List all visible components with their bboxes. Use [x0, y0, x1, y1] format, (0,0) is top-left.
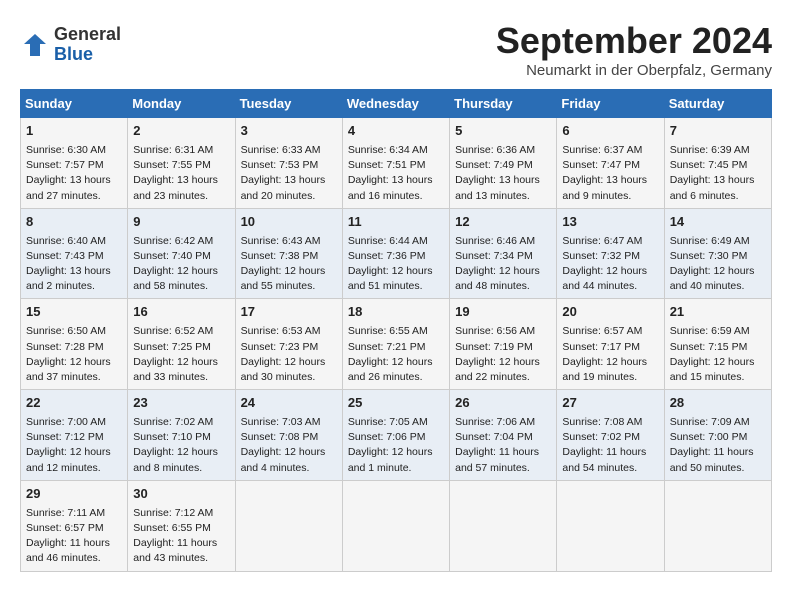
- week-row-3: 15Sunrise: 6:50 AMSunset: 7:28 PMDayligh…: [21, 299, 772, 390]
- table-row: 5Sunrise: 6:36 AMSunset: 7:49 PMDaylight…: [450, 118, 557, 209]
- table-row: 26Sunrise: 7:06 AMSunset: 7:04 PMDayligh…: [450, 390, 557, 481]
- table-row: 16Sunrise: 6:52 AMSunset: 7:25 PMDayligh…: [128, 299, 235, 390]
- table-row: 18Sunrise: 6:55 AMSunset: 7:21 PMDayligh…: [342, 299, 449, 390]
- table-row: [664, 480, 771, 571]
- table-row: 3Sunrise: 6:33 AMSunset: 7:53 PMDaylight…: [235, 118, 342, 209]
- col-monday: Monday: [128, 90, 235, 118]
- table-row: 7Sunrise: 6:39 AMSunset: 7:45 PMDaylight…: [664, 118, 771, 209]
- col-tuesday: Tuesday: [235, 90, 342, 118]
- table-row: 1Sunrise: 6:30 AMSunset: 7:57 PMDaylight…: [21, 118, 128, 209]
- table-row: 19Sunrise: 6:56 AMSunset: 7:19 PMDayligh…: [450, 299, 557, 390]
- col-wednesday: Wednesday: [342, 90, 449, 118]
- logo-icon: [20, 30, 50, 60]
- table-row: 17Sunrise: 6:53 AMSunset: 7:23 PMDayligh…: [235, 299, 342, 390]
- table-row: [342, 480, 449, 571]
- week-row-4: 22Sunrise: 7:00 AMSunset: 7:12 PMDayligh…: [21, 390, 772, 481]
- table-row: 22Sunrise: 7:00 AMSunset: 7:12 PMDayligh…: [21, 390, 128, 481]
- table-row: 14Sunrise: 6:49 AMSunset: 7:30 PMDayligh…: [664, 208, 771, 299]
- table-row: 8Sunrise: 6:40 AMSunset: 7:43 PMDaylight…: [21, 208, 128, 299]
- table-row: 21Sunrise: 6:59 AMSunset: 7:15 PMDayligh…: [664, 299, 771, 390]
- table-row: 28Sunrise: 7:09 AMSunset: 7:00 PMDayligh…: [664, 390, 771, 481]
- week-row-1: 1Sunrise: 6:30 AMSunset: 7:57 PMDaylight…: [21, 118, 772, 209]
- table-row: 6Sunrise: 6:37 AMSunset: 7:47 PMDaylight…: [557, 118, 664, 209]
- table-row: 29Sunrise: 7:11 AMSunset: 6:57 PMDayligh…: [21, 480, 128, 571]
- table-row: 27Sunrise: 7:08 AMSunset: 7:02 PMDayligh…: [557, 390, 664, 481]
- table-row: [235, 480, 342, 571]
- week-row-2: 8Sunrise: 6:40 AMSunset: 7:43 PMDaylight…: [21, 208, 772, 299]
- table-row: 11Sunrise: 6:44 AMSunset: 7:36 PMDayligh…: [342, 208, 449, 299]
- table-row: 15Sunrise: 6:50 AMSunset: 7:28 PMDayligh…: [21, 299, 128, 390]
- logo-blue: Blue: [54, 45, 121, 65]
- table-row: 23Sunrise: 7:02 AMSunset: 7:10 PMDayligh…: [128, 390, 235, 481]
- location: Neumarkt in der Oberpfalz, Germany: [496, 62, 772, 79]
- table-row: 4Sunrise: 6:34 AMSunset: 7:51 PMDaylight…: [342, 118, 449, 209]
- table-row: 24Sunrise: 7:03 AMSunset: 7:08 PMDayligh…: [235, 390, 342, 481]
- col-thursday: Thursday: [450, 90, 557, 118]
- table-row: 9Sunrise: 6:42 AMSunset: 7:40 PMDaylight…: [128, 208, 235, 299]
- table-row: 10Sunrise: 6:43 AMSunset: 7:38 PMDayligh…: [235, 208, 342, 299]
- title-block: September 2024 Neumarkt in der Oberpfalz…: [496, 20, 772, 79]
- calendar-table: Sunday Monday Tuesday Wednesday Thursday…: [20, 89, 772, 572]
- logo-text: General Blue: [54, 25, 121, 65]
- table-row: 2Sunrise: 6:31 AMSunset: 7:55 PMDaylight…: [128, 118, 235, 209]
- col-saturday: Saturday: [664, 90, 771, 118]
- header-row: Sunday Monday Tuesday Wednesday Thursday…: [21, 90, 772, 118]
- table-row: [557, 480, 664, 571]
- page-header: General Blue September 2024 Neumarkt in …: [20, 20, 772, 79]
- col-friday: Friday: [557, 90, 664, 118]
- table-row: [450, 480, 557, 571]
- month-title: September 2024: [496, 20, 772, 62]
- table-row: 25Sunrise: 7:05 AMSunset: 7:06 PMDayligh…: [342, 390, 449, 481]
- table-row: 30Sunrise: 7:12 AMSunset: 6:55 PMDayligh…: [128, 480, 235, 571]
- logo: General Blue: [20, 25, 121, 65]
- logo-general: General: [54, 25, 121, 45]
- table-row: 12Sunrise: 6:46 AMSunset: 7:34 PMDayligh…: [450, 208, 557, 299]
- table-row: 13Sunrise: 6:47 AMSunset: 7:32 PMDayligh…: [557, 208, 664, 299]
- col-sunday: Sunday: [21, 90, 128, 118]
- week-row-5: 29Sunrise: 7:11 AMSunset: 6:57 PMDayligh…: [21, 480, 772, 571]
- table-row: 20Sunrise: 6:57 AMSunset: 7:17 PMDayligh…: [557, 299, 664, 390]
